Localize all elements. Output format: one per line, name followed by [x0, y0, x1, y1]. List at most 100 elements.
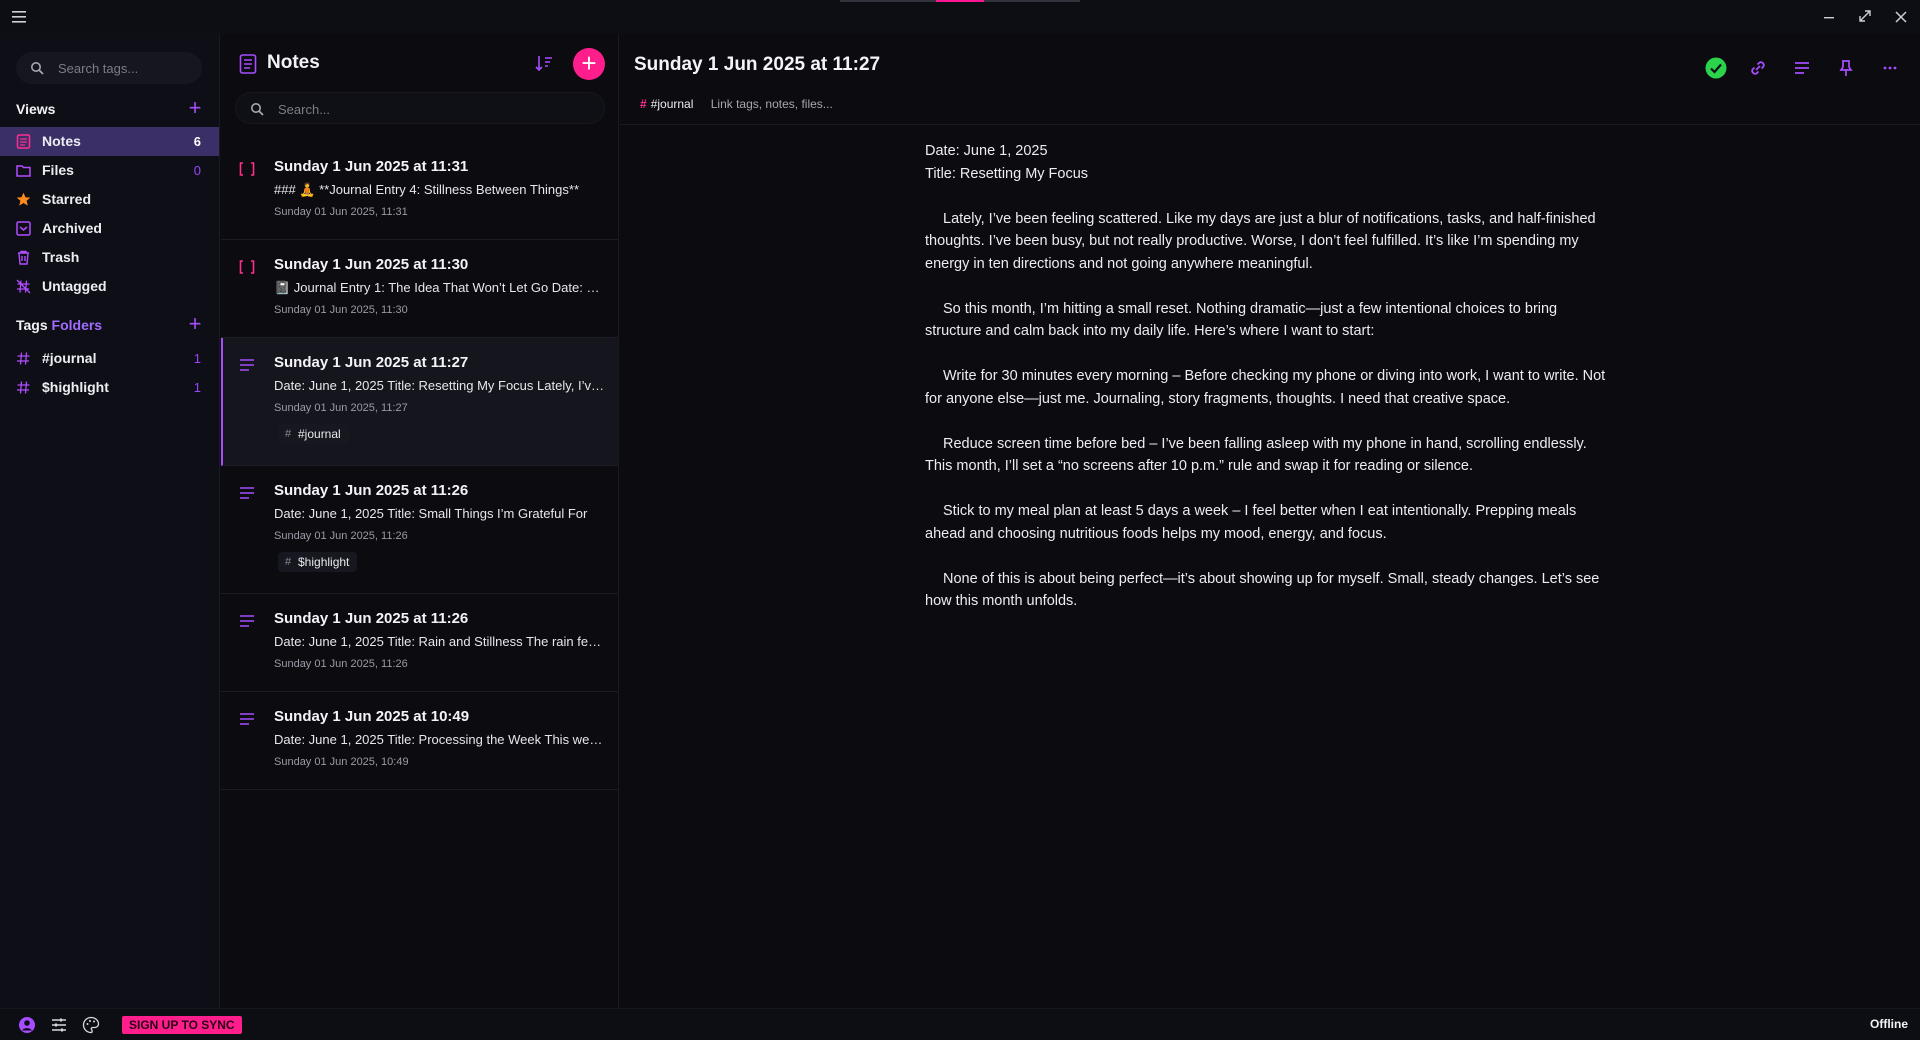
- add-tag-icon[interactable]: +: [186, 313, 204, 335]
- note-list-item[interactable]: Sunday 1 Jun 2025 at 11:26 Date: June 1,…: [221, 466, 618, 594]
- untagged-icon: [16, 279, 31, 294]
- note-preview: 📓 Journal Entry 1: The Idea That Won’t L…: [274, 280, 604, 295]
- note-title: Sunday 1 Jun 2025 at 11:26: [274, 610, 469, 627]
- note-line-date: Date: June 1, 2025: [925, 143, 1048, 159]
- note-preview: Date: June 1, 2025 Title: Processing the…: [274, 732, 604, 747]
- note-search-input[interactable]: [278, 99, 588, 119]
- note-title: Sunday 1 Jun 2025 at 11:26: [274, 482, 469, 499]
- views-header: Views +: [16, 97, 204, 120]
- sidebar-item-files[interactable]: Files 0: [0, 156, 219, 185]
- offline-status: Offline: [1870, 1017, 1908, 1031]
- tag-count: 1: [193, 380, 201, 395]
- note-tags-bar: # #journal: [640, 94, 851, 114]
- more-options-icon[interactable]: [1876, 54, 1904, 82]
- account-icon[interactable]: [18, 1016, 36, 1034]
- editor-mode-icon[interactable]: [1788, 54, 1816, 82]
- note-list-item[interactable]: Sunday 1 Jun 2025 at 10:49 Date: June 1,…: [221, 692, 618, 790]
- note-list-item-selected[interactable]: Sunday 1 Jun 2025 at 11:27 Date: June 1,…: [221, 338, 618, 466]
- note-paragraph: So this month, I’m hitting a small reset…: [925, 300, 1558, 340]
- text-lines-icon: [240, 713, 254, 725]
- sidebar-item-tag-journal[interactable]: #journal 1: [0, 344, 219, 373]
- hash-icon: #: [285, 556, 292, 568]
- minimize-icon[interactable]: [1818, 7, 1840, 27]
- note-date: Sunday 01 Jun 2025, 10:49: [274, 756, 409, 768]
- theme-palette-icon[interactable]: [82, 1016, 100, 1034]
- sidebar-item-starred[interactable]: Starred: [0, 185, 219, 214]
- editor-tag-chip[interactable]: #journal: [651, 97, 694, 111]
- saved-check-icon: [1705, 57, 1727, 79]
- sidebar-item-tag-highlight[interactable]: $highlight 1: [0, 373, 219, 402]
- hash-icon: [17, 352, 30, 365]
- note-editor: Sunday 1 Jun 2025 at 11:27 # #journal Dat…: [620, 34, 1920, 1008]
- pin-icon[interactable]: [1832, 54, 1860, 82]
- note-editor-title[interactable]: Sunday 1 Jun 2025 at 11:27: [634, 54, 880, 76]
- sidebar: Views + Notes 6 Files 0 Starred Archived…: [0, 34, 220, 1008]
- sidebar-item-label: #journal: [42, 350, 97, 366]
- note-date: Sunday 01 Jun 2025, 11:30: [274, 304, 408, 316]
- note-body[interactable]: Date: June 1, 2025 Title: Resetting My F…: [925, 140, 1615, 613]
- text-lines-icon: [240, 359, 254, 371]
- text-lines-icon: [240, 615, 254, 627]
- note-date: Sunday 01 Jun 2025, 11:26: [274, 530, 408, 542]
- sidebar-item-untagged[interactable]: Untagged: [0, 272, 219, 301]
- link-tags-input[interactable]: [710, 97, 851, 111]
- note-paragraph: Stick to my meal plan at least 5 days a …: [925, 503, 1577, 542]
- note-tag-label: $highlight: [298, 555, 350, 569]
- note-title: Sunday 1 Jun 2025 at 11:30: [274, 256, 469, 273]
- note-tag-chip[interactable]: # $highlight: [278, 552, 358, 572]
- title-bar: [0, 0, 1920, 34]
- notes-icon: [16, 134, 31, 149]
- trash-icon: [18, 250, 29, 265]
- note-list-item[interactable]: Sunday 1 Jun 2025 at 11:31 ### 🧘 **Journ…: [221, 142, 618, 240]
- new-note-button[interactable]: +: [573, 48, 605, 80]
- tag-count: 1: [193, 351, 201, 366]
- tag-search-box[interactable]: [16, 52, 202, 84]
- search-icon: [251, 103, 264, 116]
- maximize-icon[interactable]: [1854, 7, 1876, 27]
- note-title: Sunday 1 Jun 2025 at 11:31: [274, 158, 469, 175]
- note-date: Sunday 01 Jun 2025, 11:31: [274, 206, 408, 218]
- note-preview: Date: June 1, 2025 Title: Rain and Still…: [274, 634, 604, 649]
- notes-list-title: Notes: [267, 52, 320, 73]
- sidebar-item-label: Files: [42, 162, 74, 178]
- note-date: Sunday 01 Jun 2025, 11:27: [274, 402, 408, 414]
- notes-count: 6: [193, 134, 201, 149]
- sidebar-item-notes[interactable]: Notes 6: [0, 127, 219, 156]
- status-bar: SIGN UP TO SYNC Offline: [0, 1008, 1920, 1040]
- notes-list-panel: Notes + Sunday 1 Jun 2025 at 11:31 ### 🧘…: [221, 34, 619, 1008]
- text-lines-icon: [240, 487, 254, 499]
- add-view-icon[interactable]: +: [186, 97, 204, 119]
- tag-search-input[interactable]: [58, 58, 194, 78]
- hash-icon: #: [285, 428, 292, 440]
- folder-icon: [16, 165, 31, 177]
- note-preview: Date: June 1, 2025 Title: Small Things I…: [274, 506, 588, 521]
- note-preview: Date: June 1, 2025 Title: Resetting My F…: [274, 378, 604, 393]
- link-icon[interactable]: [1744, 54, 1772, 82]
- preferences-icon[interactable]: [50, 1016, 68, 1034]
- note-paragraph: None of this is about being perfect—it’s…: [925, 570, 1600, 610]
- hash-icon: [17, 381, 30, 394]
- sidebar-item-trash[interactable]: Trash: [0, 243, 219, 272]
- note-title: Sunday 1 Jun 2025 at 11:27: [274, 354, 469, 371]
- hamburger-menu-icon[interactable]: [10, 8, 30, 26]
- sidebar-item-archived[interactable]: Archived: [0, 214, 219, 243]
- note-preview: ### 🧘 **Journal Entry 4: Stillness Betwe…: [274, 182, 579, 197]
- note-paragraph: Lately, I’ve been feeling scattered. Lik…: [925, 210, 1596, 272]
- note-search-box[interactable]: [235, 92, 605, 124]
- close-icon[interactable]: [1890, 7, 1912, 27]
- sidebar-item-label: Untagged: [42, 278, 107, 294]
- sidebar-item-label: Trash: [42, 249, 80, 265]
- note-list-item[interactable]: Sunday 1 Jun 2025 at 11:26 Date: June 1,…: [221, 594, 618, 692]
- sort-icon[interactable]: [533, 52, 555, 74]
- sync-progress-bar: [840, 0, 1080, 2]
- sidebar-item-label: Notes: [42, 133, 81, 149]
- views-label: Views: [16, 101, 56, 117]
- note-tag-chip[interactable]: # #journal: [278, 424, 349, 444]
- note-list-item[interactable]: Sunday 1 Jun 2025 at 11:30 📓 Journal Ent…: [221, 240, 618, 338]
- folders-label[interactable]: Folders: [52, 317, 103, 333]
- search-icon: [31, 62, 44, 75]
- note-tag-label: #journal: [298, 427, 341, 441]
- tags-label[interactable]: Tags: [16, 317, 48, 333]
- star-icon: [16, 192, 31, 206]
- sign-up-to-sync-button[interactable]: SIGN UP TO SYNC: [122, 1016, 242, 1034]
